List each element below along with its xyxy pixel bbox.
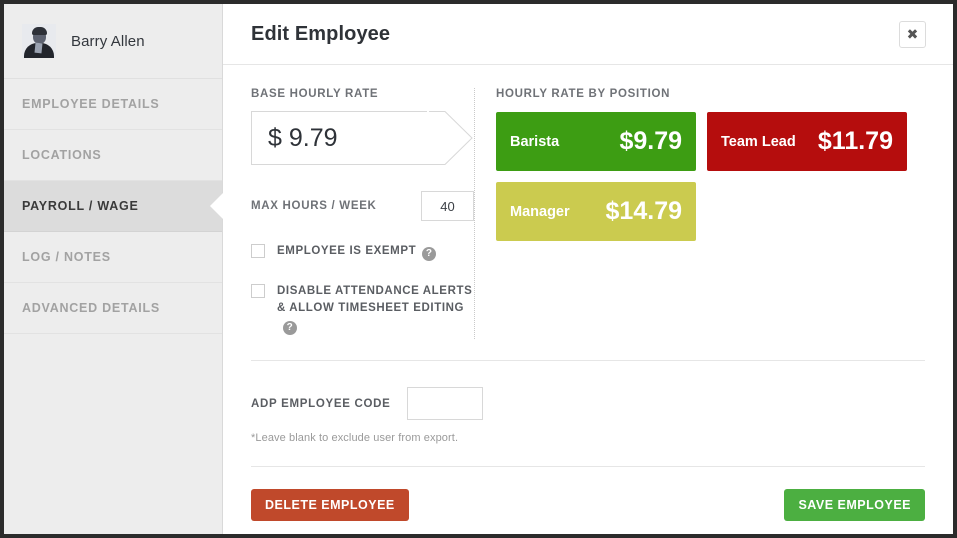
sidebar-item-label: EMPLOYEE DETAILS: [22, 97, 159, 111]
max-hours-row: MAX HOURS / WEEK: [251, 191, 474, 221]
rate-columns: BASE HOURLY RATE $ 9.79 MAX HOURS / WEEK: [251, 65, 925, 335]
checkbox-text: DISABLE ATTENDANCE ALERTS & ALLOW TIMESH…: [277, 285, 472, 314]
employee-exempt-row: EMPLOYEE IS EXEMPT?: [251, 243, 474, 261]
position-name: Barista: [510, 134, 601, 150]
base-rate-field[interactable]: $ 9.79: [251, 111, 473, 165]
sidebar-user: Barry Allen: [4, 4, 222, 79]
disable-alerts-row: DISABLE ATTENDANCE ALERTS & ALLOW TIMESH…: [251, 283, 474, 335]
user-name: Barry Allen: [71, 33, 145, 50]
position-rate-cards: Barista $9.79 Team Lead $11.79 Manager $…: [496, 112, 908, 241]
sidebar-item-label: LOCATIONS: [22, 148, 101, 162]
sidebar-item-log-notes[interactable]: LOG / NOTES: [4, 232, 222, 283]
position-card-barista[interactable]: Barista $9.79: [496, 112, 696, 171]
save-employee-button[interactable]: SAVE EMPLOYEE: [784, 489, 925, 521]
edit-employee-modal: Barry Allen EMPLOYEE DETAILS LOCATIONS P…: [4, 4, 953, 534]
modal-header: Edit Employee ✖: [223, 4, 953, 65]
sidebar-item-label: LOG / NOTES: [22, 250, 111, 264]
footer-actions: DELETE EMPLOYEE SAVE EMPLOYEE: [251, 489, 925, 521]
adp-code-row: ADP EMPLOYEE CODE: [251, 387, 925, 420]
sidebar-item-label: ADVANCED DETAILS: [22, 301, 160, 315]
employee-exempt-label: EMPLOYEE IS EXEMPT?: [277, 243, 436, 261]
position-card-manager[interactable]: Manager $14.79: [496, 182, 696, 241]
close-icon: ✖: [907, 26, 919, 43]
position-name: Team Lead: [721, 134, 800, 150]
sidebar-item-employee-details[interactable]: EMPLOYEE DETAILS: [4, 79, 222, 130]
position-card-team-lead[interactable]: Team Lead $11.79: [707, 112, 907, 171]
positions-label: HOURLY RATE BY POSITION: [496, 88, 925, 100]
form-body: BASE HOURLY RATE $ 9.79 MAX HOURS / WEEK: [223, 65, 953, 521]
position-rate: $11.79: [818, 127, 893, 156]
sidebar-item-label: PAYROLL / WAGE: [22, 199, 139, 213]
help-circle-icon[interactable]: ?: [422, 247, 436, 261]
base-rate-arrow-icon: [427, 111, 473, 165]
disable-alerts-checkbox[interactable]: [251, 284, 265, 298]
position-rate: $9.79: [619, 127, 682, 156]
help-circle-icon[interactable]: ?: [283, 321, 297, 335]
base-rate-value[interactable]: $ 9.79: [251, 111, 428, 165]
max-hours-input[interactable]: [421, 191, 474, 221]
sidebar-item-payroll-wage[interactable]: PAYROLL / WAGE: [4, 181, 222, 232]
divider-above-adp: [251, 360, 925, 361]
positions-column: HOURLY RATE BY POSITION Barista $9.79 Te…: [474, 88, 925, 335]
adp-code-input[interactable]: [407, 387, 483, 420]
close-button[interactable]: ✖: [899, 21, 926, 48]
sidebar-item-locations[interactable]: LOCATIONS: [4, 130, 222, 181]
employee-exempt-checkbox[interactable]: [251, 244, 265, 258]
active-tab-pointer-icon: [210, 193, 223, 219]
adp-code-label: ADP EMPLOYEE CODE: [251, 398, 391, 410]
delete-employee-button[interactable]: DELETE EMPLOYEE: [251, 489, 409, 521]
base-rate-label: BASE HOURLY RATE: [251, 88, 474, 100]
sidebar: Barry Allen EMPLOYEE DETAILS LOCATIONS P…: [4, 4, 223, 534]
divider-above-footer: [251, 466, 925, 467]
sidebar-item-advanced-details[interactable]: ADVANCED DETAILS: [4, 283, 222, 334]
position-name: Manager: [510, 204, 588, 220]
adp-code-note: *Leave blank to exclude user from export…: [251, 432, 925, 444]
column-divider: [474, 88, 475, 339]
avatar: [22, 24, 56, 58]
max-hours-label: MAX HOURS / WEEK: [251, 200, 421, 212]
page-title: Edit Employee: [251, 23, 899, 46]
disable-alerts-label: DISABLE ATTENDANCE ALERTS & ALLOW TIMESH…: [277, 283, 474, 335]
base-rate-column: BASE HOURLY RATE $ 9.79 MAX HOURS / WEEK: [251, 88, 474, 335]
main-content: Edit Employee ✖ BASE HOURLY RATE $ 9.79: [223, 4, 953, 534]
position-rate: $14.79: [606, 197, 682, 226]
checkbox-text: EMPLOYEE IS EXEMPT: [277, 245, 416, 257]
